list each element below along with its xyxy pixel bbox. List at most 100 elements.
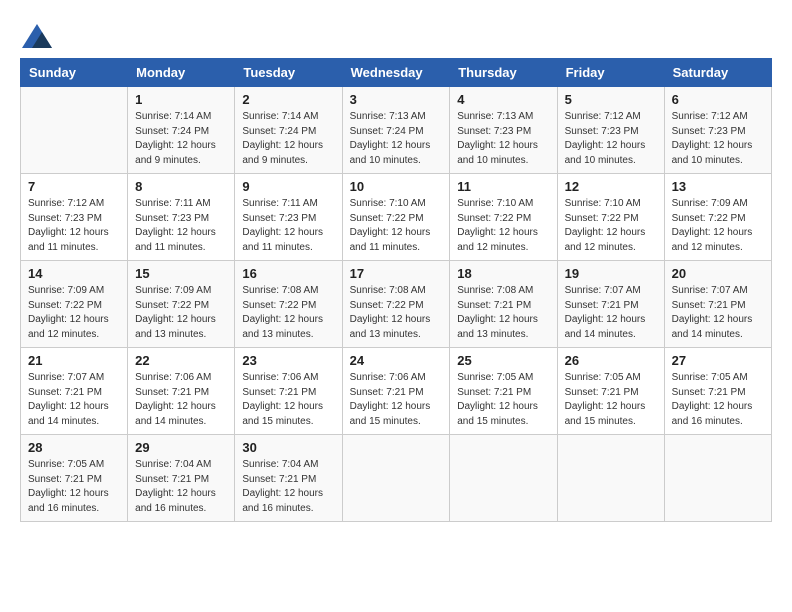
calendar-cell: 21 Sunrise: 7:07 AM Sunset: 7:21 PM Dayli…: [21, 348, 128, 435]
day-info: Sunrise: 7:06 AM Sunset: 7:21 PM Dayligh…: [135, 371, 227, 429]
day-info: Sunrise: 7:10 AM Sunset: 7:22 PM Dayligh…: [565, 197, 657, 255]
day-info: Sunrise: 7:10 AM Sunset: 7:22 PM Dayligh…: [457, 197, 549, 255]
day-number: 18: [457, 266, 549, 281]
week-row-2: 7 Sunrise: 7:12 AM Sunset: 7:23 PM Daylig…: [21, 174, 772, 261]
header: [20, 20, 772, 48]
calendar-cell: 15 Sunrise: 7:09 AM Sunset: 7:22 PM Dayli…: [128, 261, 235, 348]
day-number: 17: [350, 266, 443, 281]
calendar-cell: 24Sunrise: 7:06 AM Sunset: 7:21 PM Dayli…: [342, 348, 450, 435]
day-info: Sunrise: 7:11 AM Sunset: 7:23 PM Dayligh…: [135, 197, 227, 255]
day-number: 4: [457, 92, 549, 107]
day-number: 14: [28, 266, 120, 281]
calendar-cell: 1Sunrise: 7:14 AM Sunset: 7:24 PM Daylig…: [128, 87, 235, 174]
logo-icon: [22, 20, 52, 48]
calendar-cell: 27 Sunrise: 7:05 AM Sunset: 7:21 PM Dayli…: [664, 348, 771, 435]
day-info: Sunrise: 7:13 AM Sunset: 7:23 PM Dayligh…: [457, 110, 549, 168]
calendar-cell: 30 Sunrise: 7:04 AM Sunset: 7:21 PM Dayli…: [235, 435, 342, 522]
day-info: Sunrise: 7:12 AM Sunset: 7:23 PM Dayligh…: [28, 197, 120, 255]
weekday-header-row: SundayMondayTuesdayWednesdayThursdayFrid…: [21, 59, 772, 87]
calendar-cell: 5 Sunrise: 7:12 AM Sunset: 7:23 PM Daylig…: [557, 87, 664, 174]
calendar-table: SundayMondayTuesdayWednesdayThursdayFrid…: [20, 58, 772, 522]
weekday-header-saturday: Saturday: [664, 59, 771, 87]
day-info: Sunrise: 7:05 AM Sunset: 7:21 PM Dayligh…: [28, 458, 120, 516]
calendar-cell: [450, 435, 557, 522]
day-number: 13: [672, 179, 764, 194]
weekday-header-friday: Friday: [557, 59, 664, 87]
day-number: 8: [135, 179, 227, 194]
week-row-5: 28Sunrise: 7:05 AM Sunset: 7:21 PM Dayli…: [21, 435, 772, 522]
day-info: Sunrise: 7:08 AM Sunset: 7:21 PM Dayligh…: [457, 284, 549, 342]
day-info: Sunrise: 7:07 AM Sunset: 7:21 PM Dayligh…: [672, 284, 764, 342]
calendar-cell: 13 Sunrise: 7:09 AM Sunset: 7:22 PM Dayli…: [664, 174, 771, 261]
calendar-cell: 6 Sunrise: 7:12 AM Sunset: 7:23 PM Daylig…: [664, 87, 771, 174]
calendar-cell: 22 Sunrise: 7:06 AM Sunset: 7:21 PM Dayli…: [128, 348, 235, 435]
day-info: Sunrise: 7:06 AM Sunset: 7:21 PM Dayligh…: [242, 371, 334, 429]
day-info: Sunrise: 7:07 AM Sunset: 7:21 PM Dayligh…: [28, 371, 120, 429]
day-info: Sunrise: 7:09 AM Sunset: 7:22 PM Dayligh…: [135, 284, 227, 342]
weekday-header-thursday: Thursday: [450, 59, 557, 87]
calendar-cell: 26Sunrise: 7:05 AM Sunset: 7:21 PM Dayli…: [557, 348, 664, 435]
day-number: 21: [28, 353, 120, 368]
calendar-cell: 2 Sunrise: 7:14 AM Sunset: 7:24 PM Daylig…: [235, 87, 342, 174]
weekday-header-tuesday: Tuesday: [235, 59, 342, 87]
day-info: Sunrise: 7:09 AM Sunset: 7:22 PM Dayligh…: [28, 284, 120, 342]
week-row-4: 21 Sunrise: 7:07 AM Sunset: 7:21 PM Dayli…: [21, 348, 772, 435]
day-info: Sunrise: 7:12 AM Sunset: 7:23 PM Dayligh…: [672, 110, 764, 168]
day-info: Sunrise: 7:05 AM Sunset: 7:21 PM Dayligh…: [672, 371, 764, 429]
day-info: Sunrise: 7:07 AM Sunset: 7:21 PM Dayligh…: [565, 284, 657, 342]
day-number: 24: [350, 353, 443, 368]
weekday-header-monday: Monday: [128, 59, 235, 87]
calendar-cell: 10Sunrise: 7:10 AM Sunset: 7:22 PM Dayli…: [342, 174, 450, 261]
day-number: 3: [350, 92, 443, 107]
weekday-header-wednesday: Wednesday: [342, 59, 450, 87]
day-number: 29: [135, 440, 227, 455]
day-number: 30: [242, 440, 334, 455]
day-info: Sunrise: 7:08 AM Sunset: 7:22 PM Dayligh…: [242, 284, 334, 342]
day-number: 7: [28, 179, 120, 194]
calendar-cell: 12 Sunrise: 7:10 AM Sunset: 7:22 PM Dayli…: [557, 174, 664, 261]
day-info: Sunrise: 7:12 AM Sunset: 7:23 PM Dayligh…: [565, 110, 657, 168]
calendar-cell: 11Sunrise: 7:10 AM Sunset: 7:22 PM Dayli…: [450, 174, 557, 261]
calendar-cell: 9Sunrise: 7:11 AM Sunset: 7:23 PM Daylig…: [235, 174, 342, 261]
calendar-cell: 19 Sunrise: 7:07 AM Sunset: 7:21 PM Dayli…: [557, 261, 664, 348]
calendar-cell: 8 Sunrise: 7:11 AM Sunset: 7:23 PM Daylig…: [128, 174, 235, 261]
day-info: Sunrise: 7:08 AM Sunset: 7:22 PM Dayligh…: [350, 284, 443, 342]
weekday-header-sunday: Sunday: [21, 59, 128, 87]
day-number: 12: [565, 179, 657, 194]
calendar-cell: [557, 435, 664, 522]
calendar-cell: 17 Sunrise: 7:08 AM Sunset: 7:22 PM Dayli…: [342, 261, 450, 348]
day-number: 16: [242, 266, 334, 281]
calendar-cell: 3 Sunrise: 7:13 AM Sunset: 7:24 PM Daylig…: [342, 87, 450, 174]
calendar-cell: 20Sunrise: 7:07 AM Sunset: 7:21 PM Dayli…: [664, 261, 771, 348]
day-number: 26: [565, 353, 657, 368]
day-number: 2: [242, 92, 334, 107]
day-number: 6: [672, 92, 764, 107]
logo: [20, 20, 52, 48]
day-number: 22: [135, 353, 227, 368]
calendar-cell: 29 Sunrise: 7:04 AM Sunset: 7:21 PM Dayli…: [128, 435, 235, 522]
calendar-cell: [342, 435, 450, 522]
day-number: 19: [565, 266, 657, 281]
day-number: 25: [457, 353, 549, 368]
week-row-3: 14 Sunrise: 7:09 AM Sunset: 7:22 PM Dayli…: [21, 261, 772, 348]
day-info: Sunrise: 7:05 AM Sunset: 7:21 PM Dayligh…: [457, 371, 549, 429]
calendar-cell: 28Sunrise: 7:05 AM Sunset: 7:21 PM Dayli…: [21, 435, 128, 522]
calendar-cell: 23Sunrise: 7:06 AM Sunset: 7:21 PM Dayli…: [235, 348, 342, 435]
week-row-1: 1Sunrise: 7:14 AM Sunset: 7:24 PM Daylig…: [21, 87, 772, 174]
day-number: 5: [565, 92, 657, 107]
calendar-cell: 16 Sunrise: 7:08 AM Sunset: 7:22 PM Dayli…: [235, 261, 342, 348]
day-info: Sunrise: 7:04 AM Sunset: 7:21 PM Dayligh…: [135, 458, 227, 516]
day-number: 27: [672, 353, 764, 368]
calendar-cell: [21, 87, 128, 174]
day-info: Sunrise: 7:10 AM Sunset: 7:22 PM Dayligh…: [350, 197, 443, 255]
calendar-cell: 4 Sunrise: 7:13 AM Sunset: 7:23 PM Daylig…: [450, 87, 557, 174]
day-info: Sunrise: 7:14 AM Sunset: 7:24 PM Dayligh…: [135, 110, 227, 168]
calendar-cell: [664, 435, 771, 522]
day-info: Sunrise: 7:13 AM Sunset: 7:24 PM Dayligh…: [350, 110, 443, 168]
day-info: Sunrise: 7:14 AM Sunset: 7:24 PM Dayligh…: [242, 110, 334, 168]
day-number: 15: [135, 266, 227, 281]
day-info: Sunrise: 7:09 AM Sunset: 7:22 PM Dayligh…: [672, 197, 764, 255]
calendar-cell: 18 Sunrise: 7:08 AM Sunset: 7:21 PM Dayli…: [450, 261, 557, 348]
day-info: Sunrise: 7:04 AM Sunset: 7:21 PM Dayligh…: [242, 458, 334, 516]
calendar-cell: 7 Sunrise: 7:12 AM Sunset: 7:23 PM Daylig…: [21, 174, 128, 261]
